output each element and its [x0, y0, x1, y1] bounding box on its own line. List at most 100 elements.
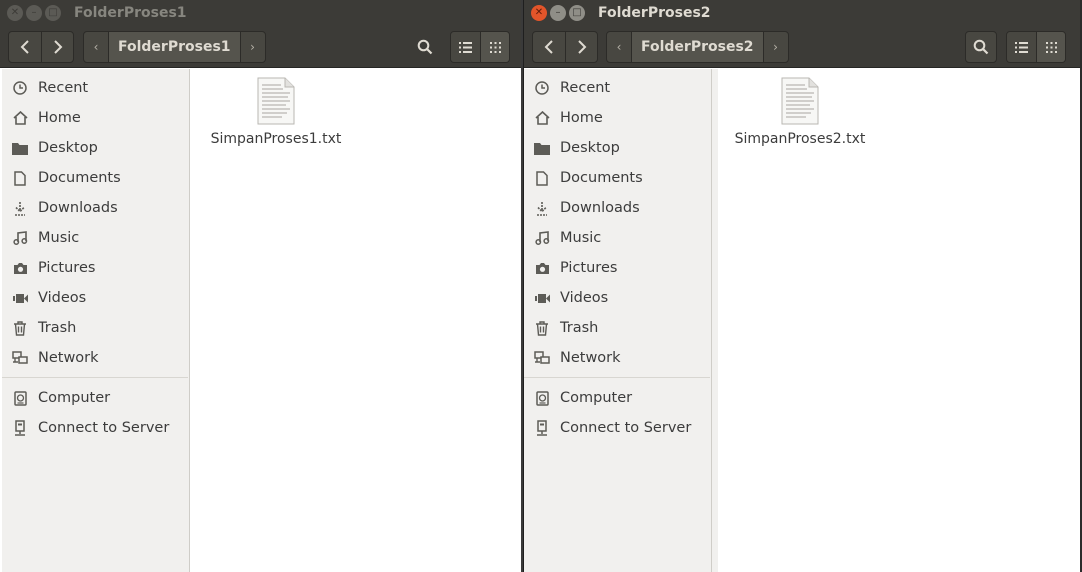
close-window-button[interactable]: ✕ [531, 5, 547, 21]
network-icon [534, 350, 550, 366]
clock-icon [534, 80, 550, 96]
home-icon [534, 110, 550, 126]
forward-button[interactable] [41, 32, 73, 62]
back-button[interactable] [533, 32, 565, 62]
toolbar: ‹ FolderProses1 › [0, 26, 523, 68]
grid-view-button[interactable] [480, 32, 509, 62]
forward-button[interactable] [565, 32, 597, 62]
grid-view-icon [1045, 41, 1057, 53]
chevron-right-icon [53, 40, 62, 54]
sidebar-item-home[interactable]: Home [2, 105, 188, 131]
maximize-window-button[interactable]: □ [569, 5, 585, 21]
close-window-button[interactable]: ✕ [7, 5, 23, 21]
music-icon [12, 230, 28, 246]
music-icon [534, 230, 550, 246]
maximize-window-button[interactable]: □ [45, 5, 61, 21]
sidebar-item-documents[interactable]: Documents [2, 165, 188, 191]
sidebar-item-label: Videos [560, 290, 609, 306]
toolbar: ‹ FolderProses2 › [524, 26, 1080, 68]
folder-icon [12, 140, 28, 156]
document-icon [534, 170, 550, 186]
sidebar-item-connect-to-server[interactable]: Connect to Server [524, 415, 710, 441]
folder-icon [534, 140, 550, 156]
breadcrumb-current[interactable]: FolderProses2 [631, 32, 764, 62]
sidebar-item-label: Computer [560, 390, 633, 406]
sidebar-item-desktop[interactable]: Desktop [524, 135, 710, 161]
list-view-button[interactable] [451, 32, 480, 62]
camera-icon [534, 260, 550, 276]
sidebar-item-music[interactable]: Music [524, 225, 710, 251]
file-manager-window-2[interactable]: ✕ – □ FolderProses2 ‹ FolderProses2 › Re… [523, 0, 1080, 572]
sidebar-item-label: Recent [38, 80, 89, 96]
network-icon [12, 350, 28, 366]
sidebar-item-label: Downloads [38, 200, 118, 216]
sidebar-item-recent[interactable]: Recent [524, 75, 710, 101]
breadcrumb-left-arrow[interactable]: ‹ [607, 32, 631, 62]
file-name: SimpanProses1.txt [210, 131, 342, 147]
sidebar-item-label: Downloads [560, 200, 640, 216]
back-button[interactable] [9, 32, 41, 62]
home-icon [12, 110, 28, 126]
list-view-icon [459, 41, 472, 53]
sidebar-item-pictures[interactable]: Pictures [2, 255, 188, 281]
sidebar-item-home[interactable]: Home [524, 105, 710, 131]
sidebar-item-label: Recent [560, 80, 611, 96]
sidebar-item-trash[interactable]: Trash [524, 315, 710, 341]
sidebar-item-documents[interactable]: Documents [524, 165, 710, 191]
grid-view-icon [489, 41, 501, 53]
sidebar-item-network[interactable]: Network [524, 345, 710, 371]
sidebar-item-label: Connect to Server [38, 420, 170, 436]
sidebar-item-downloads[interactable]: Downloads [2, 195, 188, 221]
sidebar-item-desktop[interactable]: Desktop [2, 135, 188, 161]
sidebar-item-pictures[interactable]: Pictures [524, 255, 710, 281]
list-view-button[interactable] [1007, 32, 1036, 62]
file-manager-window-1[interactable]: ✕ – □ FolderProses1 ‹ FolderProses1 › Re… [0, 0, 523, 572]
file-item[interactable]: SimpanProses1.txt [201, 77, 351, 147]
minimize-window-button[interactable]: – [550, 5, 566, 21]
sidebar-item-downloads[interactable]: Downloads [524, 195, 710, 221]
sidebar-item-label: Connect to Server [560, 420, 692, 436]
sidebar-item-label: Documents [560, 170, 643, 186]
grid-view-button[interactable] [1036, 32, 1065, 62]
sidebar-item-computer[interactable]: Computer [2, 385, 188, 411]
server-icon [534, 420, 550, 436]
title-bar[interactable]: ✕ – □ FolderProses2 [524, 0, 1080, 26]
minimize-window-button[interactable]: – [26, 5, 42, 21]
history-nav [8, 31, 74, 63]
sidebar-item-videos[interactable]: Videos [524, 285, 710, 311]
file-view[interactable]: SimpanProses2.txt [718, 69, 1080, 572]
video-icon [534, 290, 550, 306]
sidebar-item-label: Music [38, 230, 80, 246]
sidebar-item-label: Desktop [38, 140, 98, 156]
breadcrumb: ‹ FolderProses1 › [83, 31, 266, 63]
history-nav [532, 31, 598, 63]
sidebar-item-computer[interactable]: Computer [524, 385, 710, 411]
breadcrumb-current[interactable]: FolderProses1 [108, 32, 241, 62]
file-item[interactable]: SimpanProses2.txt [725, 77, 875, 147]
sidebar-item-label: Documents [38, 170, 121, 186]
window-title: FolderProses1 [74, 5, 187, 21]
search-icon [973, 39, 989, 55]
sidebar-item-videos[interactable]: Videos [2, 285, 188, 311]
chevron-left-icon [544, 40, 553, 54]
search-button[interactable] [409, 31, 441, 63]
sidebar-item-recent[interactable]: Recent [2, 75, 188, 101]
sidebar-item-label: Music [560, 230, 602, 246]
sidebar-item-connect-to-server[interactable]: Connect to Server [2, 415, 188, 441]
sidebar-item-trash[interactable]: Trash [2, 315, 188, 341]
breadcrumb-left-arrow[interactable]: ‹ [84, 32, 108, 62]
sidebar: Recent Home Desktop Documents Downloads … [2, 69, 190, 572]
chevron-left-icon [20, 40, 29, 54]
sidebar-item-network[interactable]: Network [2, 345, 188, 371]
search-icon [417, 39, 433, 55]
breadcrumb-right-arrow[interactable]: › [764, 32, 788, 62]
camera-icon [12, 260, 28, 276]
title-bar[interactable]: ✕ – □ FolderProses1 [0, 0, 523, 26]
search-button[interactable] [965, 31, 997, 63]
sidebar-divider [2, 377, 188, 378]
breadcrumb-right-arrow[interactable]: › [241, 32, 265, 62]
sidebar-item-music[interactable]: Music [2, 225, 188, 251]
trash-icon [12, 320, 28, 336]
sidebar: Recent Home Desktop Documents Downloads … [524, 69, 712, 572]
file-view[interactable]: SimpanProses1.txt [194, 69, 523, 572]
